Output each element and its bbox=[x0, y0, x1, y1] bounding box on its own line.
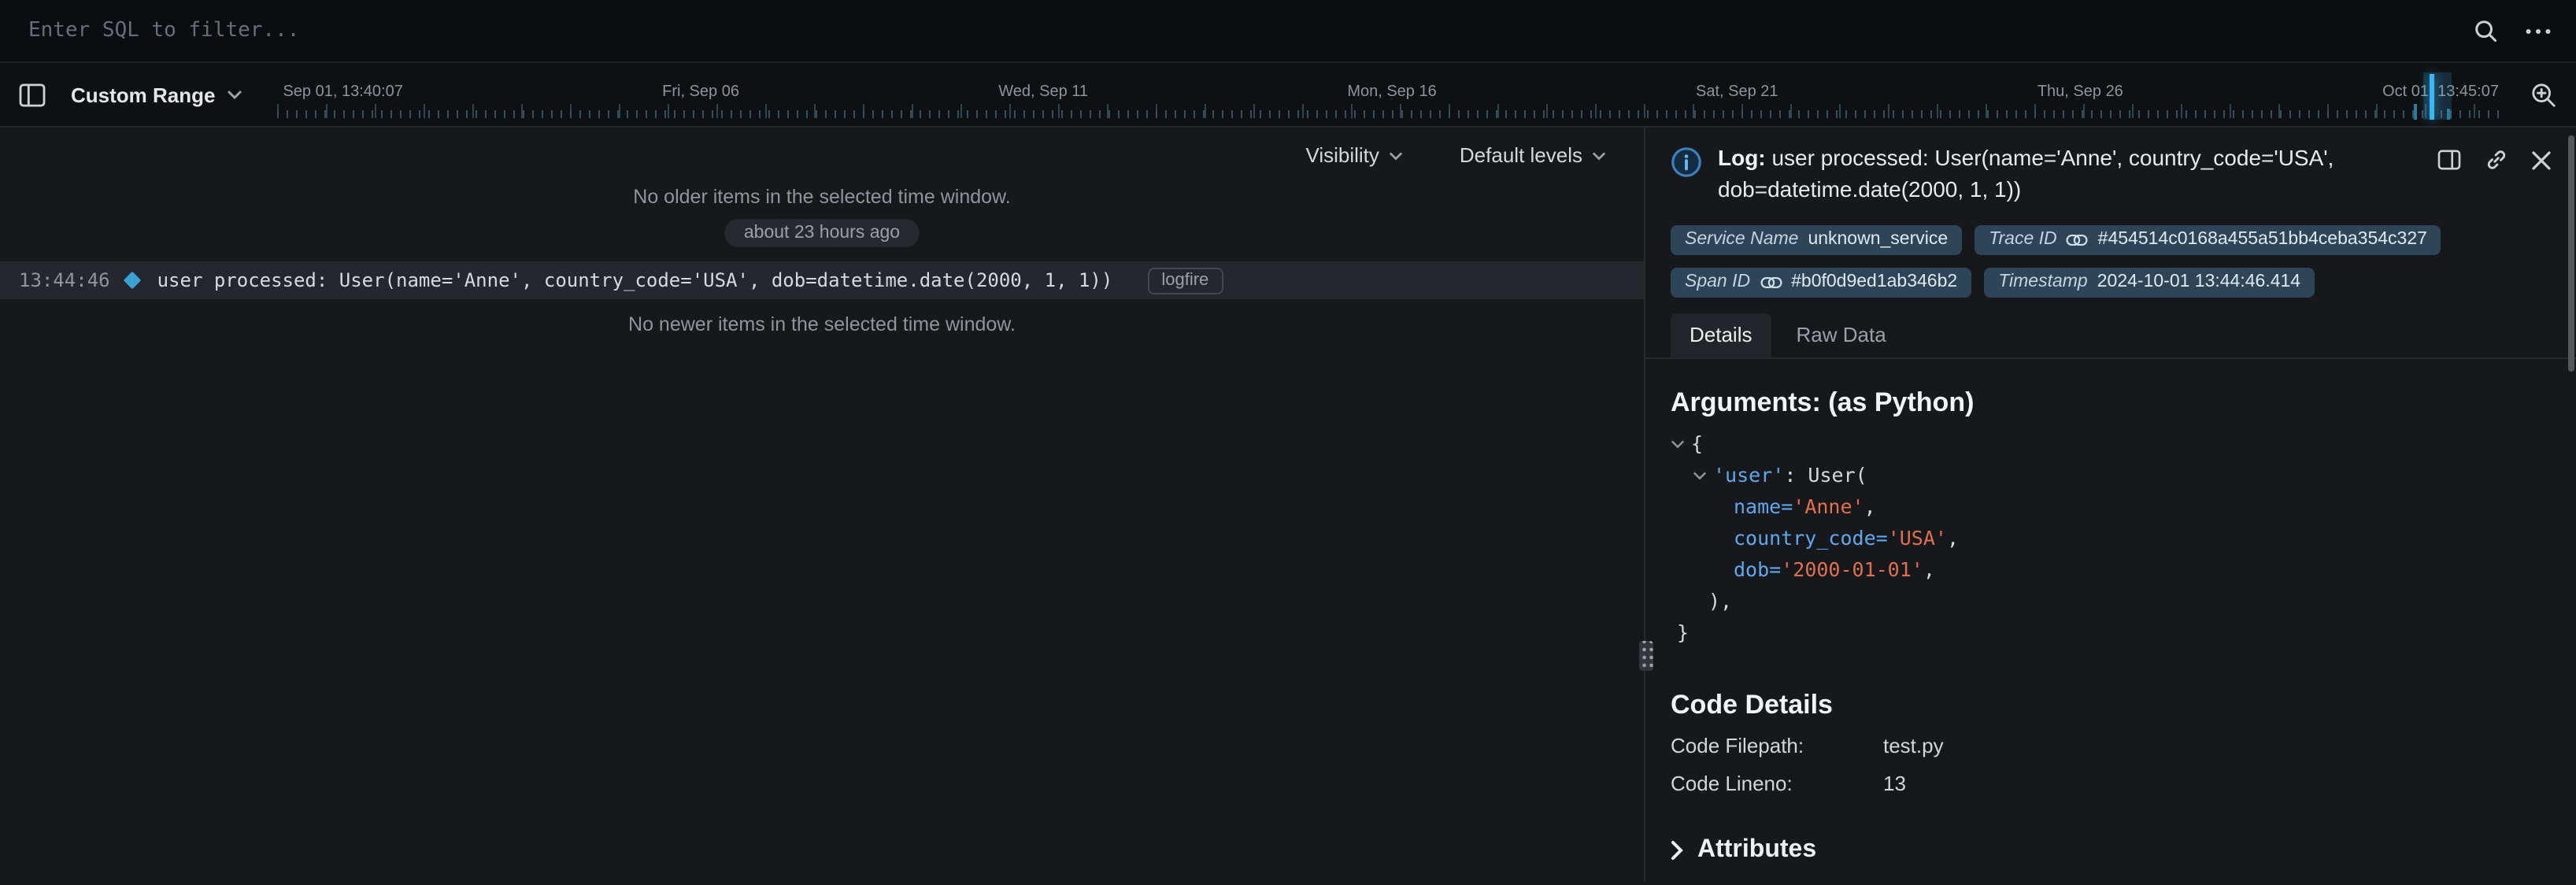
badge-label: Trace ID bbox=[1989, 230, 2057, 250]
log-list-toolbar: Visibility Default levels bbox=[0, 128, 1644, 172]
detail-title-text: user processed: User(name='Anne', countr… bbox=[1718, 145, 2334, 201]
badge-label: Span ID bbox=[1685, 272, 1750, 293]
chevron-down-icon bbox=[1592, 150, 1606, 160]
code-details-rows: Code Filepath:test.pyCode Lineno:13 bbox=[1671, 734, 2551, 795]
code-detail-value: test.py bbox=[1883, 734, 1944, 757]
code-line: country_code='USA', bbox=[1671, 523, 2551, 554]
code-line: name='Anne', bbox=[1671, 491, 2551, 523]
arguments-code-block: {'user': User(name='Anne',country_code='… bbox=[1671, 428, 2551, 649]
log-detail-panel: Log: user processed: User(name='Anne', c… bbox=[1645, 128, 2576, 882]
detail-header-icons bbox=[2437, 148, 2551, 172]
badge-span-id[interactable]: Span ID #b0f0d9ed1ab346b2 bbox=[1671, 268, 1971, 298]
tab-raw-data[interactable]: Raw Data bbox=[1778, 313, 1905, 357]
link-icon bbox=[1760, 276, 1782, 290]
sidebar-toggle-icon[interactable] bbox=[19, 83, 46, 106]
chevron-down-icon bbox=[226, 90, 242, 99]
collapse-caret-icon[interactable] bbox=[1693, 471, 1707, 480]
code-line: 'user': User( bbox=[1671, 460, 2551, 491]
time-range-label: Custom Range bbox=[71, 83, 215, 106]
code-detail-label: Code Lineno: bbox=[1671, 772, 1883, 795]
sql-filter-input[interactable] bbox=[25, 17, 2448, 44]
log-scope-tag: logfire bbox=[1147, 267, 1223, 294]
timeline-tick-labels: Sep 01, 13:40:07 Fri, Sep 06 Wed, Sep 11 Mo… bbox=[283, 83, 2499, 100]
timeline-histogram-bar bbox=[2447, 108, 2450, 119]
copy-link-icon[interactable] bbox=[2485, 148, 2508, 172]
link-icon bbox=[2067, 233, 2089, 247]
collapse-caret-icon[interactable] bbox=[1671, 439, 1685, 449]
code-detail-label: Code Filepath: bbox=[1671, 734, 1883, 757]
badge-value: unknown_service bbox=[1808, 230, 1948, 250]
default-levels-dropdown[interactable]: Default levels bbox=[1450, 142, 1616, 168]
badge-trace-id[interactable]: Trace ID #454514c0168a455a51bb4ceba354c32… bbox=[1975, 225, 2441, 255]
time-range-selector[interactable]: Custom Range bbox=[61, 81, 251, 108]
tab-details[interactable]: Details bbox=[1671, 313, 1771, 357]
badge-label: Service Name bbox=[1685, 230, 1798, 250]
code-line: { bbox=[1671, 428, 2551, 460]
code-detail-row: Code Filepath:test.py bbox=[1671, 734, 2551, 757]
no-older-items-text: No older items in the selected time wind… bbox=[0, 186, 1644, 208]
timeline-tick-label: Thu, Sep 26 bbox=[2037, 83, 2123, 100]
topbar-icons bbox=[2474, 19, 2551, 43]
zoom-in-icon[interactable] bbox=[2530, 81, 2557, 108]
info-icon bbox=[1671, 146, 1702, 178]
log-level-diamond-icon bbox=[123, 272, 141, 290]
code-detail-value: 13 bbox=[1883, 772, 1906, 795]
code-detail-row: Code Lineno:13 bbox=[1671, 772, 2551, 795]
attributes-toggle[interactable]: Attributes bbox=[1671, 836, 2551, 865]
visibility-label: Visibility bbox=[1305, 143, 1379, 167]
badge-label: Timestamp bbox=[1998, 272, 2088, 293]
detail-title-prefix: Log: bbox=[1718, 145, 1766, 170]
badge-value: 2024-10-01 13:44:46.414 bbox=[2097, 272, 2300, 293]
logfire-app: Custom Range Sep 01, 13:40:07 Fri, Sep 06… bbox=[0, 0, 2576, 885]
detail-header: Log: user processed: User(name='Anne', c… bbox=[1671, 143, 2551, 205]
timeline-histogram-bar bbox=[2414, 103, 2417, 119]
timeline-bar: Custom Range Sep 01, 13:40:07 Fri, Sep 06… bbox=[0, 63, 2576, 128]
code-line: } bbox=[1671, 617, 2551, 649]
visibility-dropdown[interactable]: Visibility bbox=[1296, 142, 1412, 168]
timeline-tick-label: Sat, Sep 21 bbox=[1696, 83, 1778, 100]
code-line: dob='2000-01-01', bbox=[1671, 554, 2551, 586]
badge-timestamp: Timestamp 2024-10-01 13:44:46.414 bbox=[1984, 268, 2315, 298]
detail-tabs: DetailsRaw Data bbox=[1645, 313, 2576, 359]
close-icon[interactable] bbox=[2532, 148, 2551, 172]
attributes-label: Attributes bbox=[1697, 836, 1816, 865]
badge-value: #454514c0168a455a51bb4ceba354c327 bbox=[2098, 230, 2427, 250]
arguments-heading: Arguments: (as Python) bbox=[1671, 387, 2551, 419]
timeline-chart[interactable]: Sep 01, 13:40:07 Fri, Sep 06 Wed, Sep 11 Mo… bbox=[276, 62, 2505, 127]
no-newer-items-text: No newer items in the selected time wind… bbox=[0, 313, 1644, 335]
relative-time-badge[interactable]: about 23 hours ago bbox=[725, 219, 919, 247]
log-timestamp: 13:44:46 bbox=[19, 269, 110, 291]
default-levels-label: Default levels bbox=[1460, 143, 1582, 167]
log-row[interactable]: 13:44:46 user processed: User(name='Anne… bbox=[0, 261, 1644, 299]
timeline-tick-label: Mon, Sep 16 bbox=[1347, 83, 1436, 100]
timeline-histogram-ticks bbox=[276, 109, 2505, 117]
timeline-selected-spike bbox=[2430, 73, 2434, 119]
code-details-heading: Code Details bbox=[1671, 690, 2551, 721]
relative-time-wrap: about 23 hours ago bbox=[0, 219, 1644, 247]
timeline-tick-label: Wed, Sep 11 bbox=[998, 83, 1088, 100]
scrollbar-thumb[interactable] bbox=[2568, 135, 2574, 372]
toggle-panel-icon[interactable] bbox=[2437, 148, 2461, 172]
badge-value: #b0f0d9ed1ab346b2 bbox=[1791, 272, 1957, 293]
sql-filter-bar bbox=[0, 0, 2576, 63]
timeline-tick-label: Fri, Sep 06 bbox=[662, 83, 739, 100]
log-list-panel: Visibility Default levels No older items… bbox=[0, 128, 1645, 882]
log-message: user processed: User(name='Anne', countr… bbox=[157, 269, 1113, 291]
badge-service-name: Service Name unknown_service bbox=[1671, 225, 1962, 255]
panel-resize-handle[interactable] bbox=[1639, 641, 1653, 671]
main-split: Visibility Default levels No older items… bbox=[0, 128, 2576, 882]
chevron-down-icon bbox=[1389, 150, 1403, 160]
more-options-icon[interactable] bbox=[2526, 28, 2551, 34]
timeline-tick-label: Sep 01, 13:40:07 bbox=[283, 83, 402, 100]
code-line: ), bbox=[1671, 586, 2551, 617]
search-icon[interactable] bbox=[2474, 19, 2497, 43]
detail-title: Log: user processed: User(name='Anne', c… bbox=[1718, 143, 2422, 205]
metadata-badges: Service Name unknown_service Trace ID #4545… bbox=[1671, 225, 2551, 298]
chevron-right-icon bbox=[1671, 841, 1683, 860]
